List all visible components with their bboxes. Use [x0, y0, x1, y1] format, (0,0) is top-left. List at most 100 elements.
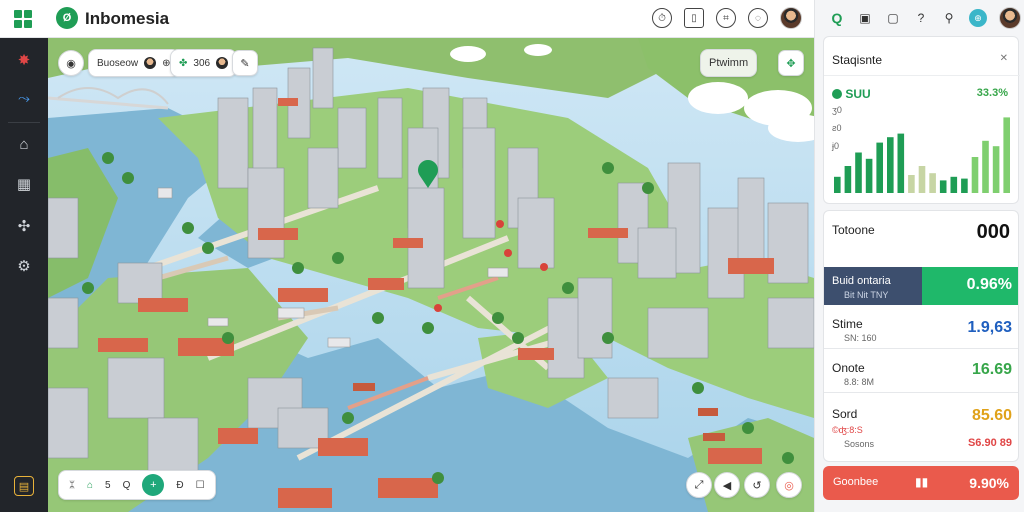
user-mini-avatar [144, 57, 157, 69]
stats-bar-chart [834, 117, 1010, 194]
metrics-card: Totoone 000 Buid ontaria Bit Nit TNY 0.9… [823, 210, 1019, 462]
metric-row-2[interactable]: Onote 8.8: 8M 16.69 [824, 349, 1018, 393]
stats-bar-2[interactable] [855, 152, 862, 194]
panel-search-icon[interactable]: Q [829, 10, 845, 26]
maple-leaf-icon[interactable]: ✸ [12, 48, 36, 72]
search-icon[interactable]: Q [123, 480, 131, 491]
app-title: Inbomesia [85, 9, 170, 28]
legend-left-label: SUU [845, 87, 871, 101]
metric-2-label: Onote [832, 361, 865, 375]
stats-bar-13[interactable] [971, 157, 979, 193]
metric-1-value: 1.9,63 [967, 319, 1012, 336]
add-button[interactable]: + [142, 474, 165, 496]
highlight-sub: Bit Nit TNY [844, 290, 889, 300]
back-icon[interactable]: ◀ [714, 472, 740, 498]
highlight-row[interactable]: Buid ontaria Bit Nit TNY 0.96% [824, 267, 1018, 305]
city-map[interactable]: ◉ Buoseow ⊕ ✤ 306 ✎ Ptwimm ✥ ᛯ ⌂ 5 Q + Ð… [48, 38, 814, 512]
panel-person-icon[interactable]: ⚲ [941, 11, 957, 25]
stats-bar-11[interactable] [950, 176, 958, 193]
panel-help-icon[interactable]: ? [913, 11, 929, 25]
metric-1-label: Stime [832, 317, 863, 331]
stats-divider [824, 75, 1020, 76]
puzzle-icon[interactable]: ✣ [12, 214, 36, 238]
metrics-title: Totoone [832, 223, 875, 237]
stats-bar-7[interactable] [908, 175, 915, 193]
locate-icon[interactable]: ◎ [776, 472, 802, 498]
recenter-icon[interactable]: ✥ [778, 50, 804, 76]
right-panel: Q ▣ ▢ ? ⚲ ⊕ Staqisnte ✕ SUU 33.3% ʒ0 ƨ0 … [814, 0, 1024, 512]
phone-icon[interactable]: ▯ [684, 8, 704, 28]
app-logo: Ø [56, 7, 78, 29]
group-chip-label: 306 [193, 57, 211, 69]
map-view-chip[interactable]: Ptwimm [700, 49, 758, 77]
stats-bar-9[interactable] [929, 173, 936, 193]
metric-3-value: 85.60 [971, 407, 1012, 424]
stats-bar-12[interactable] [961, 178, 968, 193]
stats-legend-left: SUU [832, 87, 871, 101]
group-leaf-icon: ✤ [179, 57, 188, 69]
note-icon[interactable]: ☐ [196, 480, 205, 491]
stats-bar-6[interactable] [897, 133, 905, 193]
map-view-label: Ptwimm [709, 57, 749, 69]
legend-dot-icon [832, 89, 842, 99]
highlight-label: Buid ontaria [832, 275, 891, 287]
stats-bar-8[interactable] [918, 166, 926, 193]
stats-legend-right: 33.3% [976, 87, 1008, 99]
rotate-icon[interactable]: ↺ [744, 472, 770, 498]
layers-icon[interactable]: ▤ [14, 476, 34, 496]
metric-row-1[interactable]: Stime SN: 160 1.9,63 [824, 307, 1018, 349]
home-icon[interactable]: ⌂ [87, 480, 93, 491]
tree-icon[interactable]: ᛯ [69, 480, 75, 491]
highlight-value: 0.96% [966, 276, 1012, 293]
map-illustration [48, 38, 814, 512]
alert-bars-icon: ▮▮ [915, 475, 929, 489]
route-icon[interactable]: ⤳ [12, 86, 36, 110]
stats-close-icon[interactable]: ✕ [1000, 53, 1008, 64]
stats-card: Staqisnte ✕ SUU 33.3% ʒ0 ƨ0 ɉ0 [823, 36, 1020, 204]
settings-icon[interactable]: ⚙ [12, 254, 36, 278]
metric-row-3[interactable]: Sord ©ʤ:8:S Sosons 85.60 S6.90 89 [824, 393, 1018, 461]
stats-bar-10[interactable] [939, 180, 947, 193]
user-avatar[interactable] [780, 7, 802, 29]
tag-icon[interactable]: ⌗ [716, 8, 736, 28]
panel-camera-icon[interactable]: ▣ [857, 11, 873, 25]
map-search-icon[interactable]: ◉ [58, 50, 84, 76]
left-sidebar: ✸ ⤳ ⌂ ▦ ✣ ⚙ ▤ [0, 38, 48, 512]
panel-user-avatar[interactable] [999, 7, 1021, 29]
expand-icon[interactable]: ⤢ [686, 472, 712, 498]
stats-bar-5[interactable] [887, 137, 894, 193]
calendar-icon[interactable]: ▦ [12, 172, 36, 196]
bottom-toolbar: ᛯ ⌂ 5 Q + Ð ☐ [58, 470, 216, 500]
metric-1-sub: SN: 160 [844, 333, 877, 343]
stats-bar-4[interactable] [876, 142, 883, 193]
metrics-title-value: 000 [976, 221, 1010, 243]
alert-bar[interactable]: Goonbee ▮▮ 9.90% [823, 466, 1019, 500]
stats-bar-0[interactable] [834, 176, 841, 193]
metric-2-value: 16.69 [971, 361, 1012, 378]
apps-grid-icon[interactable] [14, 10, 32, 28]
location-chip-label: Buoseow [97, 57, 139, 69]
header-actions: ⏱ ▯ ⌗ ◌ [652, 7, 802, 29]
metric-3-value2: S6.90 89 [967, 437, 1012, 449]
draw-icon[interactable]: Ð [176, 480, 183, 491]
group-chip[interactable]: ✤ 306 [170, 49, 238, 77]
panel-globe-icon[interactable]: ⊕ [969, 9, 987, 27]
count-label[interactable]: 5 [105, 480, 111, 491]
stats-bar-15[interactable] [992, 146, 1000, 193]
stats-bar-16[interactable] [1003, 117, 1010, 193]
top-bar: Ø Inbomesia ⏱ ▯ ⌗ ◌ [0, 0, 814, 38]
metric-2-sub: 8.8: 8M [844, 377, 875, 387]
timer-icon[interactable]: ⏱ [652, 8, 672, 28]
lock-icon[interactable]: ⌂ [12, 132, 36, 156]
stats-bar-1[interactable] [844, 166, 852, 193]
location-chip[interactable]: Buoseow ⊕ [88, 49, 180, 77]
alert-value: 9.90% [969, 475, 1009, 491]
stats-bar-3[interactable] [865, 158, 873, 193]
chat-icon[interactable]: ◌ [748, 8, 768, 28]
panel-window-icon[interactable]: ▢ [885, 11, 901, 25]
panel-toolbar: Q ▣ ▢ ? ⚲ ⊕ [815, 0, 1024, 36]
alert-label: Goonbee [833, 476, 879, 488]
stats-bar-14[interactable] [982, 140, 989, 193]
edit-icon[interactable]: ✎ [232, 50, 258, 76]
metric-3-sub: ©ʤ:8:S [832, 425, 863, 435]
